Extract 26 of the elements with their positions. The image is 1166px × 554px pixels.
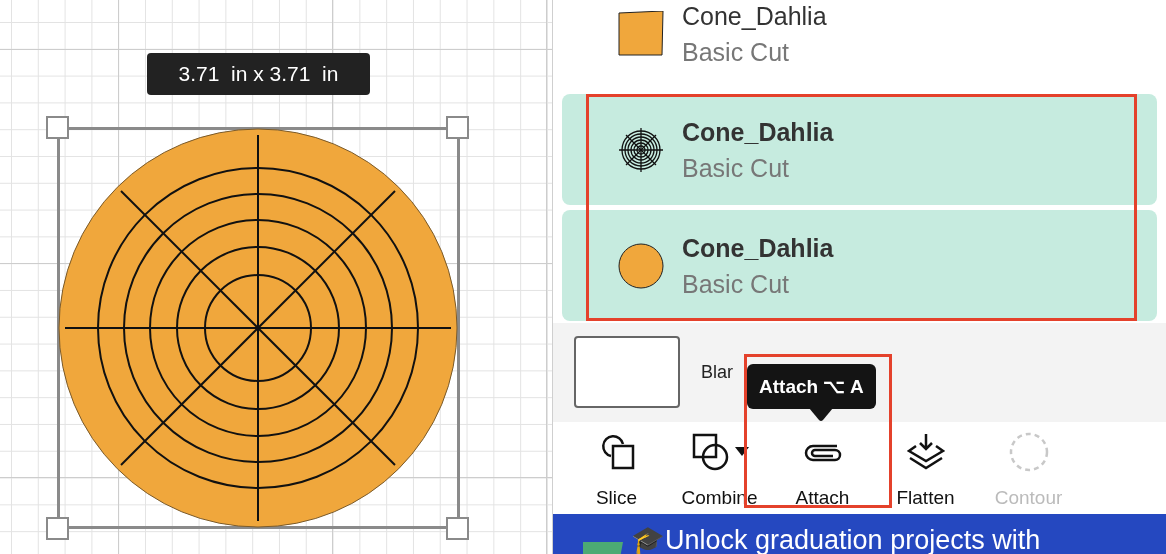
layer-row-selected[interactable]: Cone_Dahlia Basic Cut [562,94,1157,205]
toolbar-button[interactable]: Attach [771,429,874,513]
layer-name: Cone_Dahlia [682,0,827,31]
overlapping-shapes-icon [690,431,731,472]
tooltip-pointer [809,408,833,422]
layer-operation: Basic Cut [682,36,790,67]
design-canvas[interactable]: 3.71 in x 3.71 in [0,0,553,554]
layer-row-selected[interactable]: Cone_Dahlia Basic Cut [562,210,1157,321]
layer-operation: Basic Cut [682,152,790,183]
dimension-label: 3.71 in x 3.71 in [147,53,370,95]
layer-name: Blar [701,360,733,384]
square-shape-icon [618,10,664,57]
layer-name: Cone_Dahlia [682,116,834,147]
circle-shape-icon [618,242,664,289]
dashed-circle-icon [1008,431,1049,472]
layer-name: Cone_Dahlia [682,232,834,263]
layers-download-icon [905,431,946,472]
resize-handle[interactable] [46,116,69,139]
web-shape-icon [618,126,664,173]
toolbar-button[interactable]: Slice [565,429,668,513]
blank-canvas-swatch[interactable] [574,336,680,409]
toolbar-button[interactable]: Flatten [874,429,977,513]
resize-handle[interactable] [446,517,469,540]
resize-handle[interactable] [446,116,469,139]
layer-operation: Basic Cut [682,268,790,299]
resize-handle[interactable] [46,517,69,540]
